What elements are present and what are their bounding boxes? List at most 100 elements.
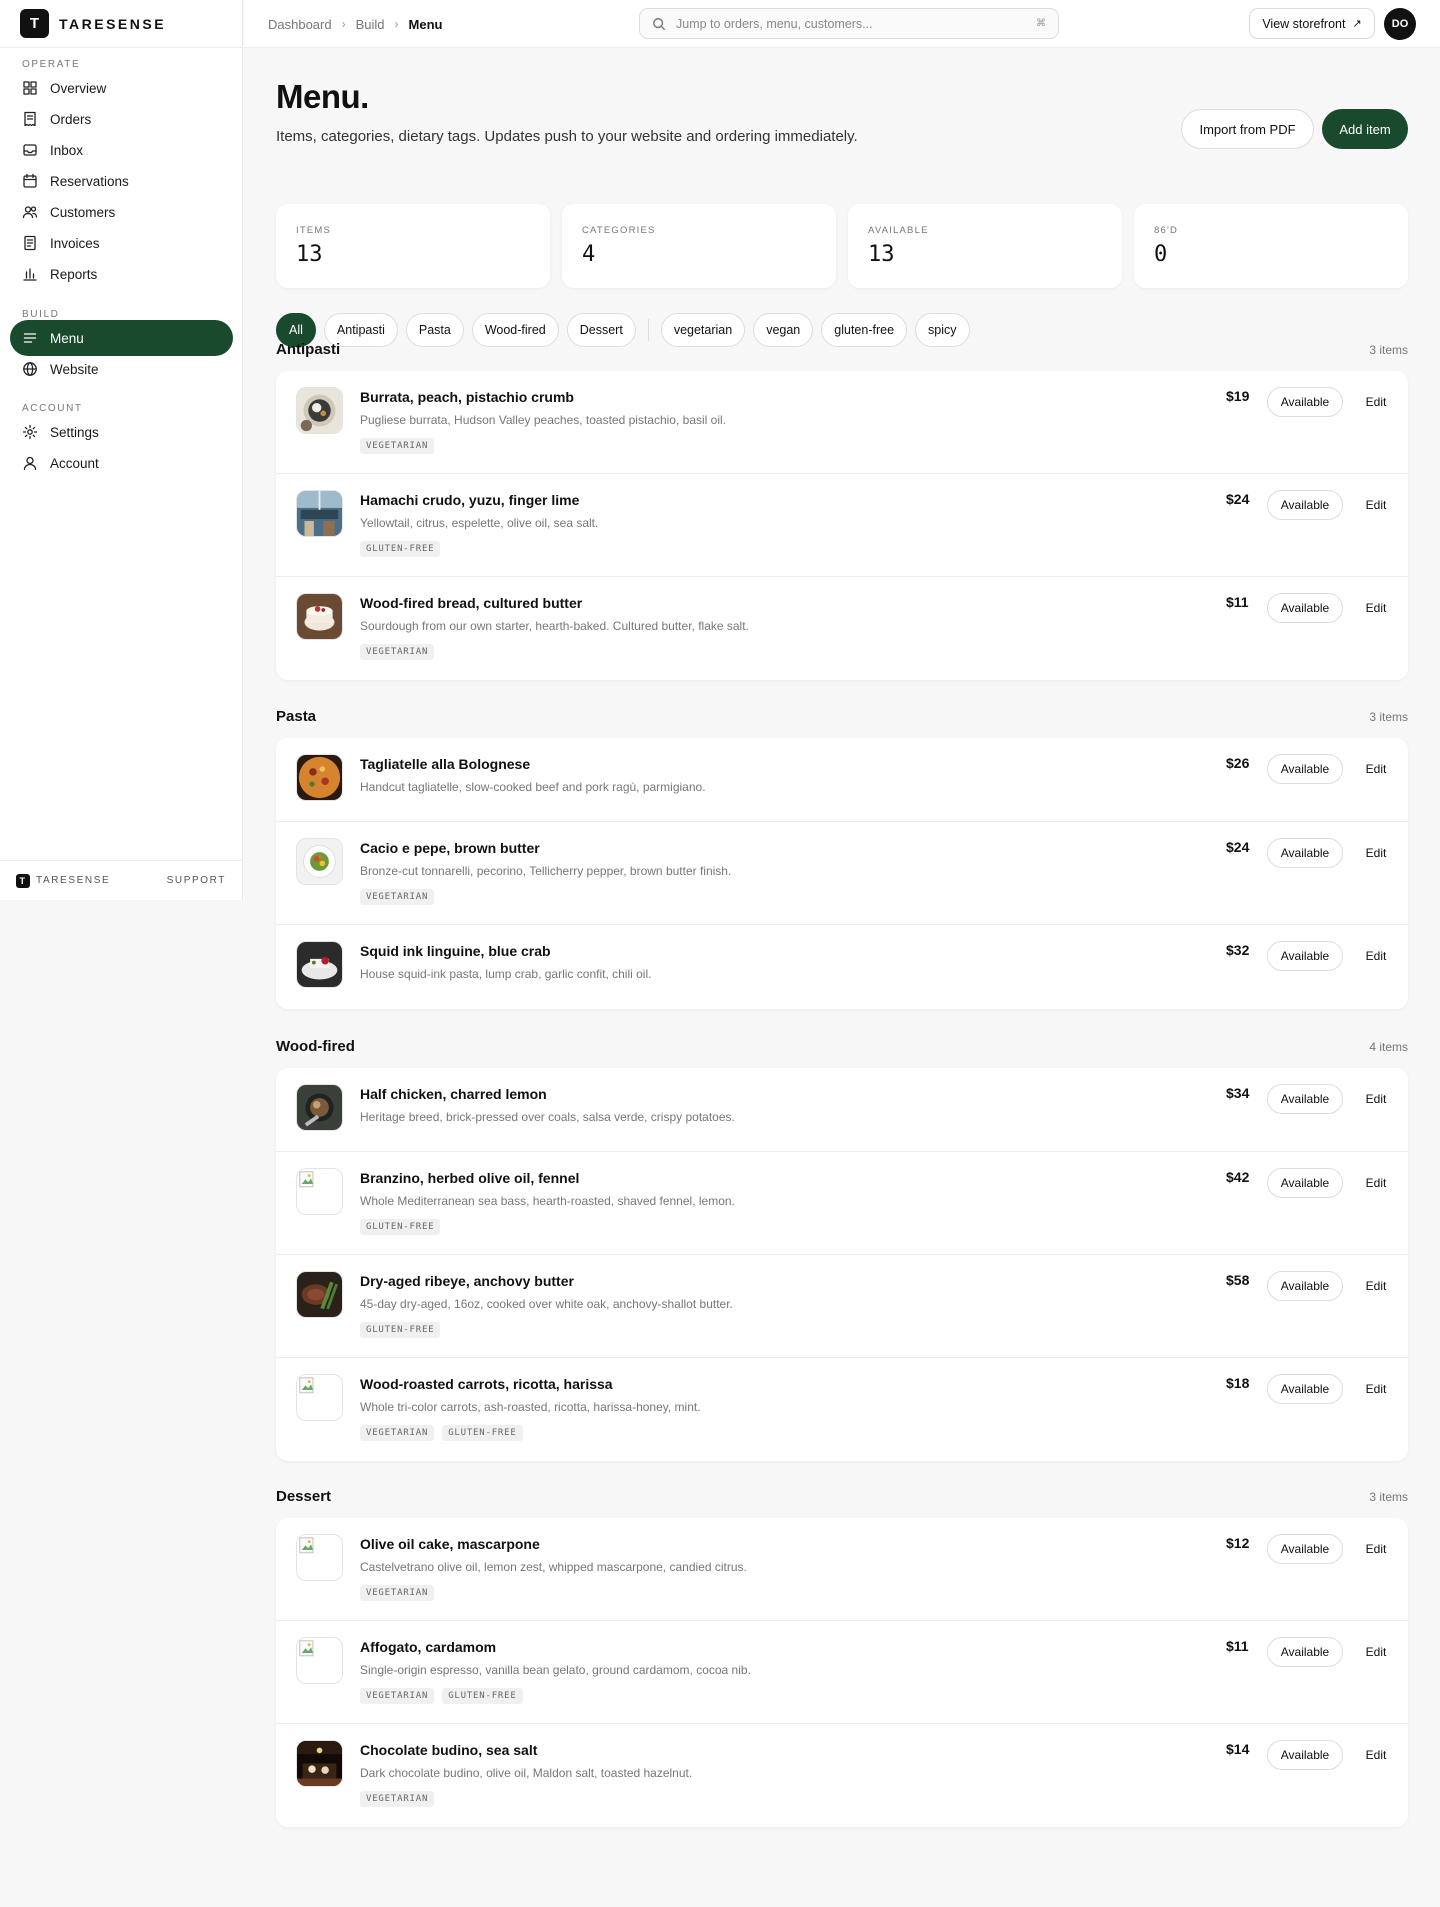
- section-heading: Dessert 3 items: [276, 1488, 1408, 1505]
- item-photo: [296, 1740, 343, 1787]
- avatar[interactable]: DO: [1384, 8, 1416, 40]
- availability-toggle[interactable]: Available: [1267, 941, 1343, 971]
- import-pdf-button[interactable]: Import from PDF: [1181, 109, 1314, 149]
- edit-item-button[interactable]: Edit: [1358, 1534, 1394, 1564]
- availability-toggle[interactable]: Available: [1267, 1740, 1343, 1770]
- chevron-right-icon: ›: [341, 17, 346, 31]
- section-title: Wood-fired: [276, 1038, 355, 1055]
- item-description: Pugliese burrata, Hudson Valley peaches,…: [360, 413, 726, 427]
- menu-item-row: Chocolate budino, sea salt Dark chocolate…: [276, 1724, 1408, 1827]
- item-photo: [296, 593, 343, 640]
- item-price: $26: [1226, 755, 1250, 771]
- item-name: Affogato, cardamom: [360, 1639, 497, 1655]
- item-photo: [296, 387, 343, 434]
- item-name: Burrata, peach, pistachio crumb: [360, 389, 574, 405]
- item-price: $19: [1226, 388, 1250, 404]
- item-photo: [296, 838, 343, 885]
- section-title: Antipasti: [276, 341, 341, 358]
- sidebar-item-website[interactable]: Website: [10, 351, 233, 387]
- item-description: Heritage breed, brick-pressed over coals…: [360, 1110, 735, 1124]
- edit-item-button[interactable]: Edit: [1358, 1374, 1394, 1404]
- search-input[interactable]: Jump to orders, menu, customers... ⌘: [639, 8, 1059, 39]
- breadcrumb-dashboard[interactable]: Dashboard: [268, 17, 332, 32]
- item-photo: [296, 1084, 343, 1131]
- edit-item-button[interactable]: Edit: [1358, 490, 1394, 520]
- item-photo: [296, 1534, 343, 1581]
- support-link[interactable]: SUPPORT: [167, 875, 226, 886]
- user-icon: [23, 456, 37, 471]
- edit-item-button[interactable]: Edit: [1358, 1168, 1394, 1198]
- add-item-button[interactable]: Add item: [1322, 109, 1408, 149]
- item-photo: [296, 754, 343, 801]
- breadcrumb: Dashboard › Build › Menu: [268, 0, 442, 48]
- item-photo: [296, 941, 343, 988]
- grid-icon: [23, 81, 37, 95]
- item-tags: VEGETARIAN: [360, 889, 435, 905]
- topbar: Dashboard › Build › Menu Jump to orders,…: [244, 0, 1440, 48]
- dietary-tag: VEGETARIAN: [360, 1425, 435, 1441]
- menu-section-card: Burrata, peach, pistachio crumb Pugliese …: [276, 371, 1408, 680]
- availability-toggle[interactable]: Available: [1267, 1084, 1343, 1114]
- item-price: $58: [1226, 1272, 1250, 1288]
- stat-label: 86'D: [1154, 225, 1179, 236]
- view-storefront-button[interactable]: View storefront ↗: [1249, 8, 1375, 39]
- page-title: Menu.: [276, 78, 369, 115]
- availability-toggle[interactable]: Available: [1267, 838, 1343, 868]
- item-tags: GLUTEN-FREE: [360, 1322, 441, 1338]
- footer-logo: T: [16, 873, 30, 888]
- brand[interactable]: T TARESENSE: [0, 0, 242, 48]
- item-name: Hamachi crudo, yuzu, finger lime: [360, 492, 580, 508]
- edit-item-button[interactable]: Edit: [1358, 1740, 1394, 1770]
- item-description: Bronze-cut tonnarelli, pecorino, Tellich…: [360, 864, 732, 878]
- availability-toggle[interactable]: Available: [1267, 754, 1343, 784]
- sidebar-item-account[interactable]: Account: [10, 445, 233, 481]
- item-photo: [296, 1637, 343, 1684]
- sidebar-item-reports[interactable]: Reports: [10, 256, 233, 292]
- invoice-icon: [24, 235, 36, 251]
- menu-section-card: Tagliatelle alla Bolognese Handcut taglia…: [276, 738, 1408, 1009]
- item-photo: [296, 1374, 343, 1421]
- menu-item-row: Affogato, cardamom Single-origin espresso…: [276, 1621, 1408, 1724]
- stat-card: ITEMS 13: [276, 204, 550, 288]
- edit-item-button[interactable]: Edit: [1358, 838, 1394, 868]
- item-name: Branzino, herbed olive oil, fennel: [360, 1170, 580, 1186]
- item-name: Wood-roasted carrots, ricotta, harissa: [360, 1376, 613, 1392]
- edit-item-button[interactable]: Edit: [1358, 1637, 1394, 1667]
- availability-toggle[interactable]: Available: [1267, 593, 1343, 623]
- availability-toggle[interactable]: Available: [1267, 1374, 1343, 1404]
- item-tags: GLUTEN-FREE: [360, 1219, 441, 1235]
- menu-section-card: Olive oil cake, mascarpone Castelvetrano …: [276, 1518, 1408, 1827]
- edit-item-button[interactable]: Edit: [1358, 593, 1394, 623]
- edit-item-button[interactable]: Edit: [1358, 1271, 1394, 1301]
- item-description: Handcut tagliatelle, slow-cooked beef an…: [360, 780, 706, 794]
- availability-toggle[interactable]: Available: [1267, 1168, 1343, 1198]
- edit-item-button[interactable]: Edit: [1358, 754, 1394, 784]
- section-title: Pasta: [276, 708, 317, 725]
- edit-item-button[interactable]: Edit: [1358, 941, 1394, 971]
- dietary-tag: GLUTEN-FREE: [360, 1219, 441, 1235]
- item-name: Olive oil cake, mascarpone: [360, 1536, 540, 1552]
- edit-item-button[interactable]: Edit: [1358, 387, 1394, 417]
- menu-item-row: Half chicken, charred lemon Heritage bree…: [276, 1068, 1408, 1152]
- edit-item-button[interactable]: Edit: [1358, 1084, 1394, 1114]
- item-tags: VEGETARIAN GLUTEN-FREE: [360, 1425, 523, 1441]
- availability-toggle[interactable]: Available: [1267, 1534, 1343, 1564]
- breadcrumb-build[interactable]: Build: [356, 17, 385, 32]
- item-price: $14: [1226, 1741, 1250, 1757]
- filter-divider: [647, 319, 649, 341]
- item-photo: [296, 1271, 343, 1318]
- availability-toggle[interactable]: Available: [1267, 387, 1343, 417]
- menu-item-row: Dry-aged ribeye, anchovy butter 45-day dr…: [276, 1255, 1408, 1358]
- section-heading: Pasta 3 items: [276, 708, 1408, 725]
- item-price: $42: [1226, 1169, 1250, 1185]
- item-photo: [296, 1168, 343, 1215]
- sidebar-item-label: Invoices: [50, 235, 100, 251]
- section-count: 3 items: [1369, 709, 1408, 724]
- availability-toggle[interactable]: Available: [1267, 1637, 1343, 1667]
- availability-toggle[interactable]: Available: [1267, 1271, 1343, 1301]
- footer-brand[interactable]: T TARESENSE: [16, 873, 110, 888]
- item-description: Sourdough from our own starter, hearth-b…: [360, 619, 749, 633]
- stat-label: ITEMS: [296, 225, 332, 236]
- availability-toggle[interactable]: Available: [1267, 490, 1343, 520]
- menu-item-row: Wood-fired bread, cultured butter Sourdou…: [276, 577, 1408, 680]
